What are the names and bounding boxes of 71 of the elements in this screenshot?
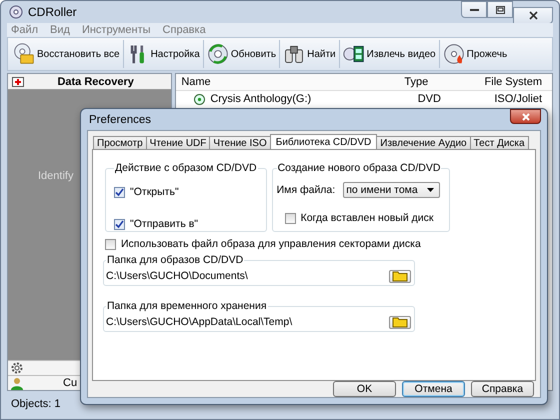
toolbar-button[interactable]: Извлечь видео — [340, 40, 440, 68]
group-title: Папка для образов CD/DVD — [106, 254, 244, 267]
disc-folder-icon — [13, 43, 35, 65]
tab[interactable]: Библиотека CD/DVD — [270, 134, 378, 149]
binoculars-icon — [283, 43, 306, 65]
group-title: Папка для временного хранения — [106, 300, 268, 313]
maximize-button[interactable] — [487, 1, 513, 18]
maximize-icon — [496, 6, 504, 14]
caret-icon — [427, 188, 434, 192]
column-header[interactable]: File System — [476, 76, 552, 88]
toolbar-button[interactable]: Восстановить все — [10, 40, 124, 68]
group-title: Действие с образом CD/DVD — [114, 162, 258, 174]
toolbar-button[interactable]: Обновить — [204, 40, 280, 68]
menu-item[interactable]: Справка — [162, 23, 206, 37]
dialog-button[interactable]: Отмена — [402, 381, 465, 397]
minimize-icon — [470, 8, 478, 12]
folder-icon — [392, 270, 408, 282]
menu-item[interactable]: Файл — [11, 23, 38, 37]
menu-item[interactable]: Инструменты — [82, 23, 151, 37]
disc-icon — [194, 94, 206, 104]
toolbar-button[interactable]: Прожечь — [440, 40, 510, 68]
field-label: Имя файла: — [276, 184, 336, 196]
disc-film-icon — [342, 43, 365, 65]
folder-icon — [392, 316, 408, 328]
checkbox-option[interactable]: Использовать файл образа для управления секторами диска — [105, 238, 525, 250]
dialog-title: Preferences — [89, 114, 152, 126]
dialog-button[interactable]: OK — [333, 381, 396, 397]
panel-text: Identify — [38, 170, 74, 182]
browse-button[interactable] — [389, 316, 411, 328]
gear-icon — [11, 362, 23, 374]
column-header[interactable]: Type — [356, 76, 476, 88]
checkbox[interactable] — [114, 186, 125, 198]
checkbox-option[interactable]: "Открыть" — [114, 186, 258, 198]
checkbox-label: Когда вставлен новый диск — [300, 212, 434, 224]
disc-icon — [9, 5, 23, 19]
column-header[interactable]: Name — [176, 76, 356, 88]
burn-disc-icon — [442, 43, 465, 65]
table-cell-text: ISO/Joliet — [493, 93, 543, 105]
toolbar-button[interactable]: Найти — [280, 40, 340, 68]
filename-dropdown[interactable]: по имени тома — [343, 182, 440, 198]
checkbox-option[interactable]: Когда вставлен новый диск — [276, 212, 442, 224]
tab[interactable]: Извлечение Аудио — [376, 136, 471, 149]
table-cell: Crysis Anthology(G:) — [176, 93, 370, 105]
close-icon — [522, 112, 530, 120]
checkbox-label: "Отправить в" — [130, 218, 198, 230]
status-text: Objects: 1 — [11, 398, 61, 410]
group-title: Создание нового образа CD/DVD — [276, 162, 442, 174]
first-aid-icon — [12, 76, 24, 87]
window-title: CDRoller — [28, 5, 77, 19]
close-icon — [528, 11, 538, 20]
tab[interactable]: Чтение ISO — [209, 136, 271, 149]
checkbox-label: "Открыть" — [130, 186, 179, 198]
minimize-button[interactable] — [461, 1, 487, 18]
toolbar-button[interactable]: Настройка — [124, 40, 204, 68]
close-button[interactable] — [513, 7, 553, 24]
tab[interactable]: Тест Диска — [470, 136, 529, 149]
checkbox-option[interactable]: "Отправить в" — [114, 218, 258, 230]
table-cell-text: DVD — [416, 93, 442, 105]
checkbox[interactable] — [284, 212, 296, 224]
refresh-disc-icon — [206, 43, 229, 65]
checkbox[interactable] — [105, 238, 116, 250]
person-icon — [11, 376, 23, 390]
tab[interactable]: Чтение UDF — [146, 136, 210, 149]
checkbox[interactable] — [114, 218, 125, 230]
dialog-button[interactable]: Справка — [471, 381, 534, 397]
browse-button[interactable] — [389, 270, 411, 282]
tab[interactable]: Просмотр — [93, 136, 147, 149]
checkbox-label: Использовать файл образа для управления секторами диска — [121, 238, 421, 250]
menu-item[interactable]: Вид — [50, 23, 70, 37]
close-button[interactable] — [510, 109, 541, 124]
panel-title: Data Recovery — [56, 76, 135, 88]
